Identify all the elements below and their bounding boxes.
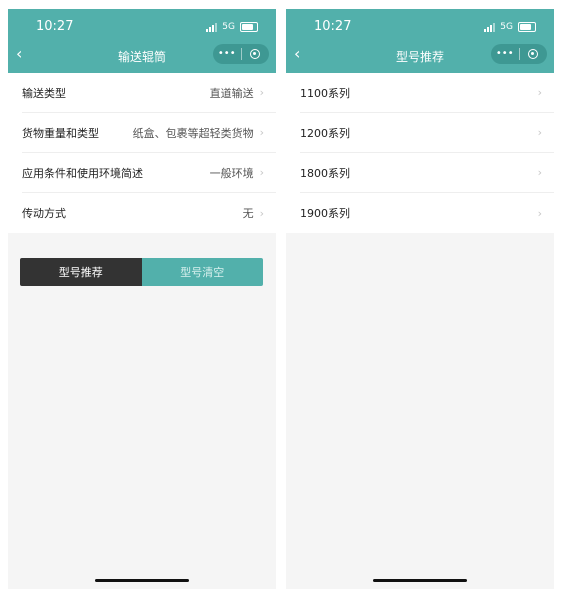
chevron-right-icon: › (259, 126, 264, 139)
row-label: 传动方式 (22, 207, 66, 220)
more-icon[interactable]: ••• (491, 44, 519, 64)
row-label: 货物重量和类型 (22, 126, 99, 140)
row-label: 应用条件和使用环境简述 (22, 166, 143, 180)
nav-header: 10:27 5G ‹ 输送辊筒 ••• (8, 9, 276, 73)
more-icon[interactable]: ••• (213, 44, 241, 64)
row-value: 一般环境 (209, 166, 254, 180)
status-time: 10:27 (314, 19, 352, 34)
option-row-cargo-weight[interactable]: 货物重量和类型 纸盒、包裹等超轻类货物 › (22, 113, 276, 153)
series-row-1900[interactable]: 1900系列 › (300, 193, 554, 233)
network-label: 5G (222, 22, 235, 32)
chevron-right-icon: › (259, 206, 264, 220)
row-label: 1800系列 (300, 166, 350, 180)
row-value: 直道输送 (209, 86, 254, 100)
action-buttons: 型号推荐 型号清空 (20, 258, 263, 286)
option-row-environment[interactable]: 应用条件和使用环境简述 一般环境 › (22, 153, 276, 193)
row-label: 1100系列 (300, 86, 350, 100)
row-value: 无 (242, 207, 254, 220)
status-indicators: 5G (484, 22, 536, 32)
series-row-1200[interactable]: 1200系列 › (300, 113, 554, 153)
row-label: 1900系列 (300, 207, 350, 220)
series-row-1100[interactable]: 1100系列 › (300, 73, 554, 113)
signal-icon (484, 22, 496, 32)
clear-model-button[interactable]: 型号清空 (141, 258, 263, 286)
row-label: 输送类型 (22, 86, 66, 100)
phone-screen-left: 10:27 5G ‹ 输送辊筒 ••• 输送类型 直道输送 › 货物重量和类型 … (8, 9, 276, 589)
target-icon (528, 49, 539, 59)
target-icon (250, 49, 261, 59)
chevron-right-icon: › (537, 166, 542, 179)
option-row-drive-mode[interactable]: 传动方式 无 › (22, 193, 276, 233)
recommend-model-button[interactable]: 型号推荐 (20, 258, 142, 286)
signal-icon (206, 22, 218, 32)
series-row-1800[interactable]: 1800系列 › (300, 153, 554, 193)
close-mini-program-button[interactable] (242, 49, 270, 59)
status-time: 10:27 (36, 19, 74, 34)
chevron-right-icon: › (259, 86, 264, 99)
chevron-right-icon: › (537, 86, 542, 99)
battery-icon (240, 22, 258, 32)
options-list: 输送类型 直道输送 › 货物重量和类型 纸盒、包裹等超轻类货物 › 应用条件和使… (8, 73, 276, 233)
home-indicator (373, 579, 467, 582)
battery-icon (518, 22, 536, 32)
row-value: 纸盒、包裹等超轻类货物 (132, 126, 254, 140)
option-row-conveying-type[interactable]: 输送类型 直道输送 › (22, 73, 276, 113)
row-label: 1200系列 (300, 126, 350, 140)
chevron-right-icon: › (259, 166, 264, 179)
close-mini-program-button[interactable] (520, 49, 548, 59)
status-indicators: 5G (206, 22, 258, 32)
network-label: 5G (500, 22, 513, 32)
home-indicator (95, 579, 189, 582)
series-list: 1100系列 › 1200系列 › 1800系列 › 1900系列 › (286, 73, 554, 233)
phone-screen-right: 10:27 5G ‹ 型号推荐 ••• 1100系列 › 1200系列 › 18… (286, 9, 554, 589)
chevron-right-icon: › (537, 206, 542, 220)
mini-program-capsule: ••• (213, 44, 269, 64)
mini-program-capsule: ••• (491, 44, 547, 64)
chevron-right-icon: › (537, 126, 542, 139)
nav-header: 10:27 5G ‹ 型号推荐 ••• (286, 9, 554, 73)
